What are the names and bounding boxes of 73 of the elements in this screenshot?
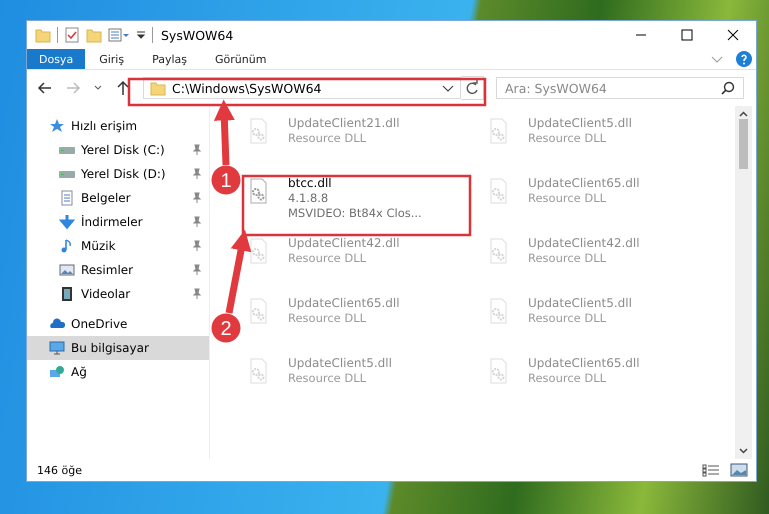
file-detail: Resource DLL: [528, 191, 608, 206]
folder-icon[interactable]: [86, 27, 102, 43]
properties-icon[interactable]: [108, 27, 130, 43]
details-view-icon[interactable]: [702, 463, 720, 477]
up-arrow-icon[interactable]: [115, 80, 131, 96]
sidebar-item[interactable]: Belgeler: [27, 186, 209, 210]
folder-icon[interactable]: [35, 27, 51, 43]
scroll-thumb[interactable]: [739, 119, 748, 169]
address-bar[interactable]: C:\Windows\SysWOW64: [143, 77, 461, 99]
step-number: 2: [220, 318, 232, 340]
checklist-icon[interactable]: [64, 27, 80, 43]
search-icon[interactable]: [721, 81, 735, 95]
search-field[interactable]: Ara: SysWOW64: [496, 77, 744, 99]
file-detail: Resource DLL: [288, 371, 368, 386]
step-marker: [212, 166, 240, 194]
sidebar-item[interactable]: Yerel Disk (C:): [27, 138, 209, 162]
sidebar-item[interactable]: İndirmeler: [27, 210, 209, 234]
sidebar-item[interactable]: Müzik: [27, 234, 209, 258]
picture-icon: [59, 262, 75, 278]
scroll-up-icon[interactable]: [739, 111, 748, 117]
pin-icon[interactable]: [191, 192, 203, 204]
ribbon-tab[interactable]: Görünüm: [201, 49, 280, 69]
pin-icon[interactable]: [191, 288, 203, 300]
pointer-arrow: [214, 100, 235, 166]
address-path: C:\Windows\SysWOW64: [172, 80, 322, 96]
scrollbar[interactable]: [735, 106, 752, 459]
large-icons-view-icon[interactable]: [730, 463, 748, 477]
window-title: SysWOW64: [161, 28, 234, 42]
file-detail: Resource DLL: [288, 131, 368, 146]
pin-icon[interactable]: [191, 168, 203, 180]
monitor-icon: [49, 340, 65, 356]
pin-icon[interactable]: [191, 144, 203, 156]
item-count: 146 öğe: [37, 464, 82, 476]
back-arrow-icon[interactable]: [37, 80, 53, 96]
sidebar-item[interactable]: Yerel Disk (D:): [27, 162, 209, 186]
file-detail: Resource DLL: [528, 311, 608, 326]
dll-file-icon[interactable]: [248, 178, 268, 204]
sidebar-item[interactable]: Hızlı erişim: [27, 114, 209, 138]
network-icon: [49, 364, 65, 380]
doc-icon: [59, 190, 75, 206]
drive-icon: [59, 170, 75, 178]
step-number: 1: [220, 170, 232, 192]
pin-icon[interactable]: [191, 216, 203, 228]
sidebar-item[interactable]: Videolar: [27, 282, 209, 306]
down-icon: [59, 214, 75, 230]
sidebar-item[interactable]: Resimler: [27, 258, 209, 282]
file-menu-tab[interactable]: Dosya: [27, 49, 86, 69]
drive-icon: [59, 146, 75, 154]
file-detail: Resource DLL: [528, 131, 608, 146]
file-name[interactable]: btcc.dll: [288, 176, 422, 191]
folder-icon: [150, 80, 166, 96]
file-detail: MSVIDEO: Bt84x Clos...: [288, 206, 422, 221]
ribbon-tab[interactable]: Giriş: [85, 49, 138, 69]
pin-icon[interactable]: [191, 264, 203, 276]
file-detail: 4.1.8.8: [288, 191, 330, 206]
file-detail: Resource DLL: [528, 251, 608, 266]
sidebar-item[interactable]: Bu bilgisayar: [27, 336, 209, 360]
file-detail: Resource DLL: [288, 251, 368, 266]
scroll-down-icon[interactable]: [739, 448, 748, 454]
star-icon: [49, 118, 65, 134]
film-icon: [59, 286, 75, 302]
refresh-icon[interactable]: [461, 76, 484, 100]
search-placeholder: Ara: SysWOW64: [505, 80, 608, 96]
ribbon-tab[interactable]: Paylaş: [138, 49, 201, 69]
dll-file-icon[interactable]: [248, 238, 268, 264]
pin-icon[interactable]: [191, 240, 203, 252]
file-detail: Resource DLL: [288, 311, 368, 326]
step-marker: [212, 314, 240, 342]
forward-arrow-icon[interactable]: [65, 80, 81, 96]
sidebar-item[interactable]: OneDrive: [27, 312, 209, 336]
help-icon[interactable]: [736, 51, 752, 67]
file-detail: Resource DLL: [528, 371, 608, 386]
sidebar-item[interactable]: Ağ: [27, 360, 209, 384]
